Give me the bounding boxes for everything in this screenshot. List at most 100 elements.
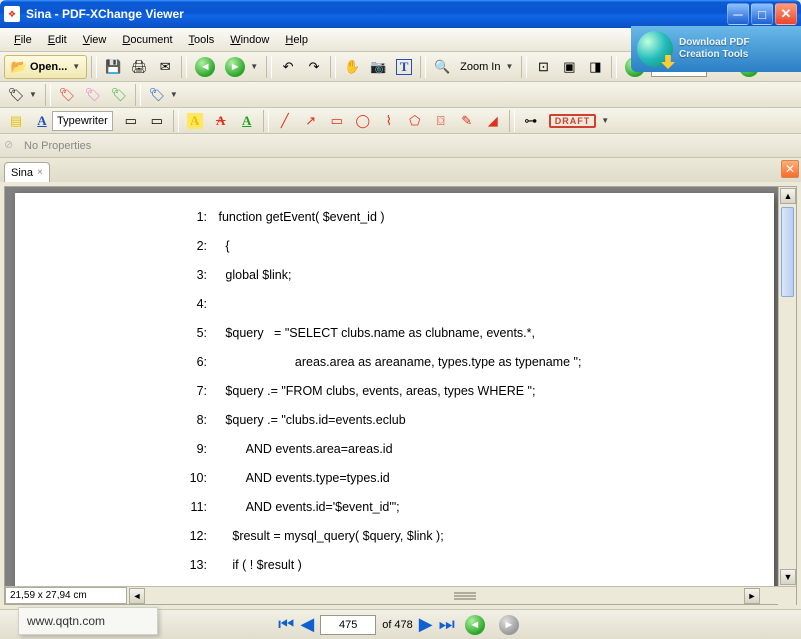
document-area: 1: function getEvent( $event_id )2: {3: …: [4, 186, 797, 605]
page-paper: 1: function getEvent( $event_id )2: {3: …: [15, 193, 774, 604]
fit-page-button[interactable]: ▣: [557, 55, 581, 79]
tag-green-button[interactable]: 🏷: [107, 83, 131, 107]
arrow-tool-button[interactable]: ↗: [299, 109, 323, 133]
line-tool-button[interactable]: ╱: [273, 109, 297, 133]
code-line: 5: $query = "SELECT clubs.name as clubna…: [15, 319, 774, 348]
select-text-button[interactable]: T: [392, 55, 416, 79]
close-all-tabs-button[interactable]: ✕: [781, 160, 799, 178]
rotate-ccw-button[interactable]: ↶: [276, 55, 300, 79]
save-button[interactable]: 💾: [101, 55, 125, 79]
printer-icon: 🖨: [131, 59, 147, 75]
snapshot-button[interactable]: 📷: [366, 55, 390, 79]
menu-help[interactable]: Help: [277, 31, 316, 49]
rotate-cw-button[interactable]: ↷: [302, 55, 326, 79]
scroll-up-button[interactable]: ▲: [780, 188, 796, 204]
scroll-left-button[interactable]: ◄: [129, 588, 145, 604]
email-button[interactable]: ✉: [153, 55, 177, 79]
close-button[interactable]: ✕: [775, 3, 797, 25]
nav-fwd-button[interactable]: ►▼: [221, 55, 262, 79]
next-page-button[interactable]: ▶: [419, 614, 433, 635]
vertical-scrollbar[interactable]: ▲ ▼: [778, 187, 796, 586]
hscroll-track[interactable]: ◄ ►: [129, 588, 778, 604]
menu-bar: File Edit View Document Tools Window Hel…: [0, 28, 801, 52]
highlight-button[interactable]: A: [183, 109, 207, 133]
nav-back2-button[interactable]: ◄: [461, 613, 489, 637]
sticky-note-button[interactable]: ▤: [4, 109, 28, 133]
cloud-tool-button[interactable]: ⌼: [429, 109, 453, 133]
textbox-icon: ▭: [123, 113, 139, 129]
tag-blue-button[interactable]: 🏷▼: [145, 83, 182, 107]
code-line: 8: $query .= "clubs.id=events.eclub: [15, 406, 774, 435]
fwd-icon: ►: [499, 615, 519, 635]
underline-button[interactable]: A: [235, 109, 259, 133]
rotate-cw-icon: ↷: [306, 59, 322, 75]
textbox-button[interactable]: ▭: [119, 109, 143, 133]
typewriter-button[interactable]: A Typewriter: [30, 109, 117, 133]
polyline-tool-button[interactable]: ⌇: [377, 109, 401, 133]
scroll-corner: [778, 587, 796, 605]
document-viewport[interactable]: 1: function getEvent( $event_id )2: {3: …: [5, 187, 796, 604]
scroll-down-button[interactable]: ▼: [780, 569, 796, 585]
menu-tools[interactable]: Tools: [181, 31, 223, 49]
window-title: Sina - PDF-XChange Viewer: [26, 7, 725, 21]
code-line: 9: AND events.area=areas.id: [15, 435, 774, 464]
note-icon: ▤: [8, 113, 24, 129]
tag-red-button[interactable]: 🏷: [55, 83, 79, 107]
prev-page-button[interactable]: ◀: [300, 614, 314, 635]
minimize-button[interactable]: ─: [727, 3, 749, 25]
app-icon: ❖: [4, 6, 20, 22]
folder-open-icon: 📂: [11, 59, 27, 75]
hand-icon: ✋: [344, 59, 360, 75]
text-select-icon: T: [396, 59, 412, 75]
actual-size-button[interactable]: ⊡: [531, 55, 555, 79]
no-properties-label: No Properties: [24, 140, 91, 152]
tab-strip: Sina × ✕: [0, 158, 801, 182]
eraser-tool-button[interactable]: ◢: [481, 109, 505, 133]
download-pdf-badge[interactable]: Download PDF Creation Tools: [631, 26, 801, 72]
menu-window[interactable]: Window: [222, 31, 277, 49]
zoom-in-button[interactable]: Zoom In▼: [456, 55, 517, 79]
highlight-icon: A: [187, 113, 203, 129]
code-line: 13: if ( ! $result ): [15, 551, 774, 580]
polygon-tool-button[interactable]: ⬠: [403, 109, 427, 133]
mail-icon: ✉: [157, 59, 173, 75]
properties-icon: ⊘: [4, 138, 20, 154]
strikeout-button[interactable]: A: [209, 109, 233, 133]
eraser-icon: ◢: [485, 113, 501, 129]
tab-close-icon[interactable]: ×: [37, 167, 43, 178]
callout-icon: ▭: [149, 113, 165, 129]
callout-button[interactable]: ▭: [145, 109, 169, 133]
rect-tool-button[interactable]: ▭: [325, 109, 349, 133]
open-button[interactable]: 📂 Open...▼: [4, 55, 87, 79]
menu-view[interactable]: View: [75, 31, 115, 49]
fit-width-button[interactable]: ◨: [583, 55, 607, 79]
tag-button-1[interactable]: 🏷▼: [4, 83, 41, 107]
menu-file[interactable]: File: [6, 31, 40, 49]
page-number-input[interactable]: [320, 615, 376, 635]
menu-document[interactable]: Document: [114, 31, 180, 49]
arrow-right-icon: ►: [225, 57, 245, 77]
last-page-button[interactable]: ⏭: [439, 614, 455, 635]
tab-sina[interactable]: Sina ×: [4, 162, 50, 182]
title-bar: ❖ Sina - PDF-XChange Viewer ─ □ ✕: [0, 0, 801, 28]
first-page-button[interactable]: ⏮: [278, 614, 294, 635]
download-text: Download PDF Creation Tools: [679, 37, 750, 61]
nav-fwd2-button[interactable]: ►: [495, 613, 523, 637]
hand-tool-button[interactable]: ✋: [340, 55, 364, 79]
scroll-right-button[interactable]: ►: [744, 588, 760, 604]
stamp-tool-button[interactable]: ⊶: [519, 109, 543, 133]
zoom-tool-button[interactable]: 🔍: [430, 55, 454, 79]
maximize-button[interactable]: □: [751, 3, 773, 25]
draft-stamp-label: DRAFT: [549, 114, 597, 128]
watermark-url: www.qqtn.com: [27, 614, 105, 628]
print-button[interactable]: 🖨: [127, 55, 151, 79]
fit-width-icon: ◨: [587, 59, 603, 75]
tag-pink-button[interactable]: 🏷: [81, 83, 105, 107]
draft-stamp-button[interactable]: DRAFT▼: [545, 109, 613, 133]
pencil-tool-button[interactable]: ✎: [455, 109, 479, 133]
nav-back-button[interactable]: ◄: [191, 55, 219, 79]
oval-tool-button[interactable]: ◯: [351, 109, 375, 133]
scroll-thumb[interactable]: [781, 207, 794, 297]
arrow-icon: ↗: [303, 113, 319, 129]
menu-edit[interactable]: Edit: [40, 31, 75, 49]
